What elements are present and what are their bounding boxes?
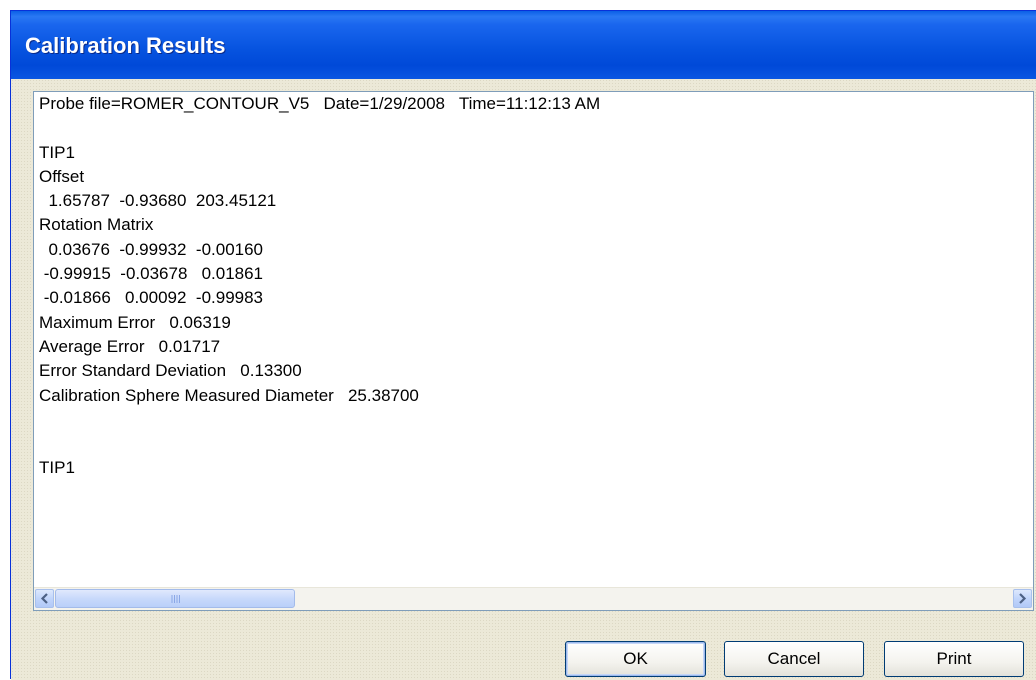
results-text-area[interactable]: Probe file=ROMER_CONTOUR_V5 Date=1/29/20… [33, 91, 1034, 611]
scrollbar-thumb[interactable] [55, 589, 295, 608]
grip-icon [171, 595, 180, 603]
results-line: Error Standard Deviation 0.13300 [39, 361, 302, 381]
horizontal-scrollbar[interactable] [34, 587, 1033, 610]
scroll-left-button[interactable] [35, 589, 54, 608]
cancel-button[interactable]: Cancel [724, 641, 864, 677]
results-line: Rotation Matrix [39, 215, 154, 235]
results-line: TIP1 [39, 142, 75, 162]
results-line: 0.03676 -0.99932 -0.00160 [39, 239, 264, 259]
arrow-left-icon [40, 593, 48, 604]
print-button[interactable]: Print [884, 641, 1024, 677]
results-line: Maximum Error 0.06319 [39, 312, 231, 332]
arrow-right-icon [1019, 593, 1027, 604]
scroll-right-button[interactable] [1013, 589, 1032, 608]
results-line [39, 432, 600, 456]
title-bar[interactable]: Calibration Results [11, 11, 1036, 79]
window-title: Calibration Results [25, 33, 226, 58]
results-line [39, 408, 600, 432]
results-line: -0.01866 0.00092 -0.99983 [39, 288, 264, 308]
calibration-results-dialog: Calibration Results Probe file=ROMER_CON… [10, 10, 1036, 680]
results-lines: Probe file=ROMER_CONTOUR_V5 Date=1/29/20… [39, 92, 600, 481]
dialog-body: Probe file=ROMER_CONTOUR_V5 Date=1/29/20… [11, 79, 1036, 680]
results-line: Calibration Sphere Measured Diameter 25.… [39, 385, 419, 405]
ok-button[interactable]: OK [565, 641, 706, 677]
results-line: 1.65787 -0.93680 203.45121 [39, 191, 277, 211]
results-line: TIP1 [39, 458, 75, 478]
results-line: Average Error 0.01717 [39, 336, 221, 356]
results-line: Offset [39, 166, 85, 186]
results-line [39, 116, 600, 140]
results-line: Probe file=ROMER_CONTOUR_V5 Date=1/29/20… [39, 94, 601, 113]
results-line: -0.99915 -0.03678 0.01861 [39, 264, 264, 284]
